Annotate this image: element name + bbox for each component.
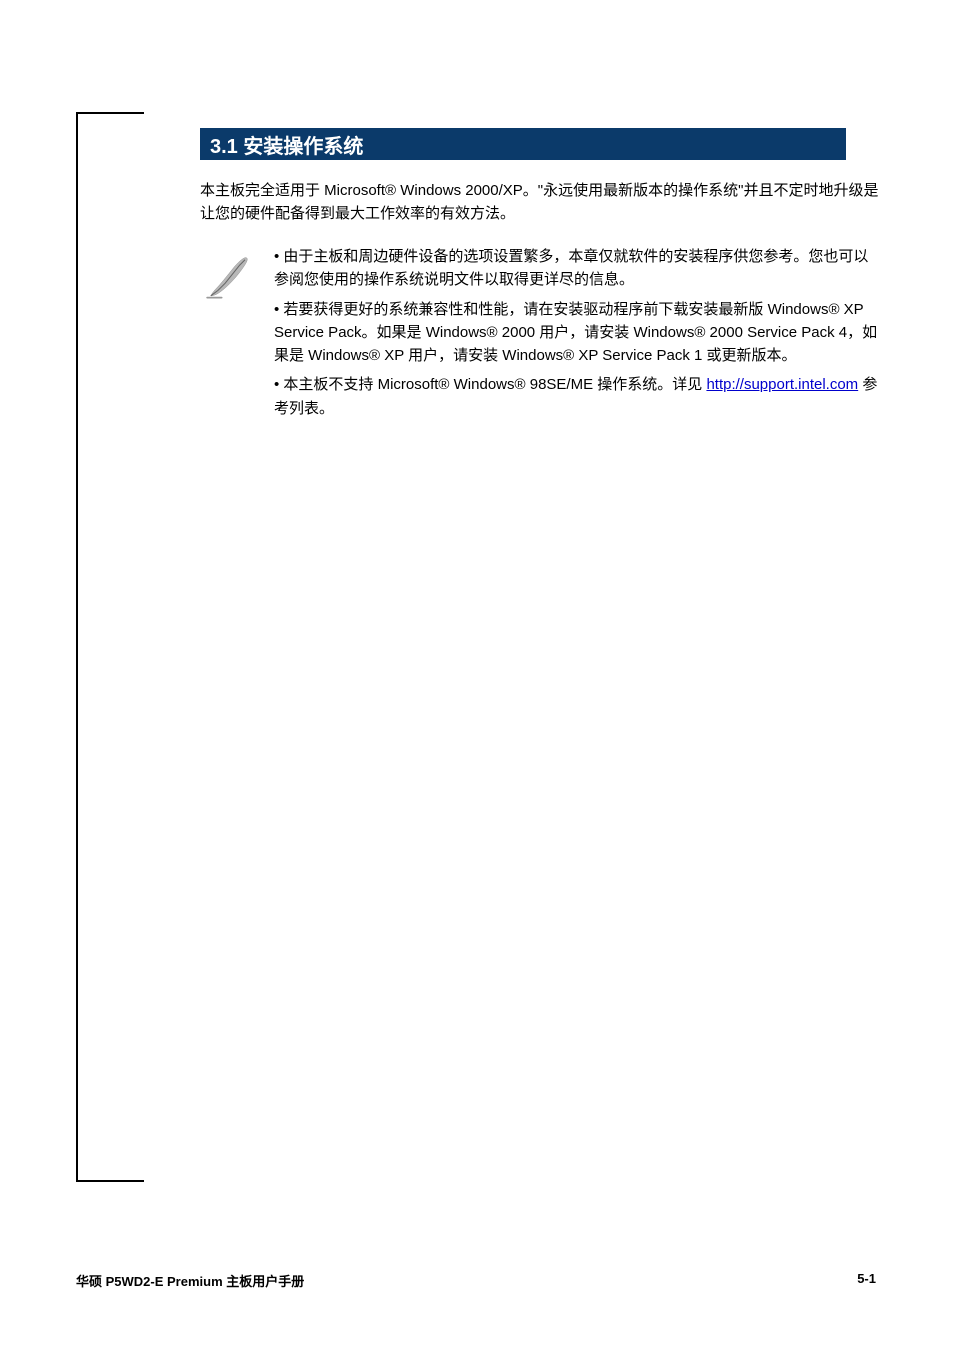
footer-title: 华硕 P5WD2-E Premium 主板用户手册 [76,1271,304,1290]
quill-icon [200,245,260,308]
support-link[interactable]: http://support.intel.com [706,376,858,393]
section-banner: 3.1 安装操作系统 [200,128,846,160]
page-footer: 华硕 P5WD2-E Premium 主板用户手册 5-1 [76,1271,876,1290]
note-bullet-1-text: 由于主板和周边硬件设备的选项设置繁多，本章仅就软件的安装程序供您参考。您也可以参… [274,248,868,288]
note-block: • 由于主板和周边硬件设备的选项设置繁多，本章仅就软件的安装程序供您参考。您也可… [200,245,880,420]
note-text-content: • 由于主板和周边硬件设备的选项设置繁多，本章仅就软件的安装程序供您参考。您也可… [274,245,880,420]
note-bullet-3-pre: 本主板不支持 Microsoft® Windows® 98SE/ME 操作系统。… [283,376,702,393]
page-frame-decoration [76,112,144,1182]
note-bullet-2: • 若要获得更好的系统兼容性和性能，请在安装驱动程序前下载安装最新版 Windo… [274,298,880,368]
note-bullet-1: • 由于主板和周边硬件设备的选项设置繁多，本章仅就软件的安装程序供您参考。您也可… [274,245,880,292]
note-bullet-3: • 本主板不支持 Microsoft® Windows® 98SE/ME 操作系… [274,373,880,420]
footer-page-number: 5-1 [857,1271,876,1290]
note-bullet-2-text: 若要获得更好的系统兼容性和性能，请在安装驱动程序前下载安装最新版 Windows… [274,301,877,365]
section-banner-text: 3.1 安装操作系统 [210,130,363,159]
main-content: 3.1 安装操作系统 本主板完全适用于 Microsoft® Windows 2… [200,128,880,420]
section-body-paragraph: 本主板完全适用于 Microsoft® Windows 2000/XP。"永远使… [200,180,880,225]
